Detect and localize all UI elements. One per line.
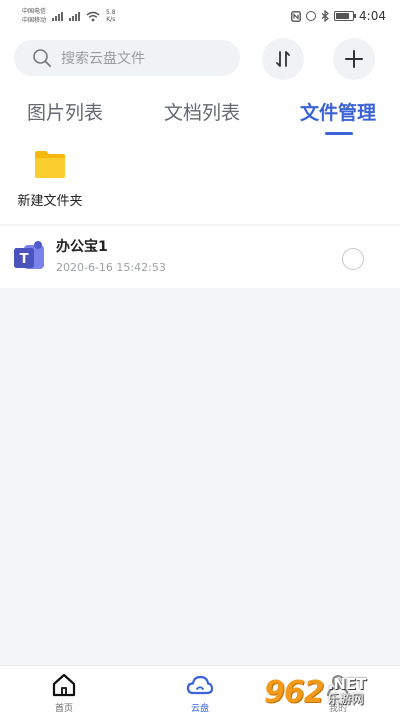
new-folder-area: 新建文件夹 <box>0 138 400 224</box>
battery-icon <box>334 11 357 21</box>
folder-icon <box>35 151 65 178</box>
tab-document-list[interactable]: 文档列表 <box>164 98 240 125</box>
carrier-1: 中国电信 <box>22 8 47 15</box>
net-speed-value: 5.8 <box>106 9 116 16</box>
search-placeholder: 搜索云盘文件 <box>61 51 145 67</box>
sort-icon <box>276 51 290 67</box>
alarm-icon <box>306 11 317 21</box>
watermark-text-group: .NET 乐游网 <box>328 677 367 707</box>
nav-home-label: 首页 <box>54 704 73 714</box>
bluetooth-icon <box>321 10 329 22</box>
plus-icon <box>345 50 363 68</box>
cloud-icon <box>186 675 214 695</box>
carrier-names: 中国电信 中国移动 <box>22 7 46 25</box>
active-tab-indicator <box>325 132 353 135</box>
home-icon <box>52 673 76 697</box>
new-folder-label: 新建文件夹 <box>17 194 83 209</box>
carrier-2: 中国移动 <box>22 17 47 24</box>
nav-cloud-label: 云盘 <box>190 704 209 714</box>
signal-icon <box>52 11 64 21</box>
nfc-icon <box>291 10 301 22</box>
watermark: 962 .NET 乐游网 <box>264 672 394 712</box>
file-select-radio[interactable] <box>342 248 364 270</box>
file-name: 办公宝1 <box>56 239 108 255</box>
search-input[interactable]: 搜索云盘文件 <box>14 40 240 76</box>
top-bar: 搜索云盘文件 <box>0 32 400 86</box>
svg-text:T: T <box>20 252 29 267</box>
watermark-net: .NET <box>327 675 367 693</box>
watermark-text: 乐游网 <box>327 692 364 706</box>
net-speed-unit: K/s <box>106 16 116 23</box>
new-folder-button[interactable]: 新建文件夹 <box>10 148 90 209</box>
sort-button[interactable] <box>262 38 304 80</box>
status-bar: 中国电信 中国移动 5.8 K/s 4:04 <box>0 0 400 32</box>
list-item[interactable]: T 办公宝1 2020-6-16 15:42:53 <box>0 226 400 288</box>
net-speed: 5.8 K/s <box>106 9 116 23</box>
status-bar-right: 4:04 <box>291 9 386 23</box>
clock: 4:04 <box>359 9 386 23</box>
file-date: 2020-6-16 15:42:53 <box>56 261 166 274</box>
tab-file-management[interactable]: 文件管理 <box>300 98 376 125</box>
signal-icon-2 <box>69 11 81 21</box>
battery-level <box>336 13 350 19</box>
watermark-logo: 962 <box>264 674 325 710</box>
search-icon <box>33 49 51 67</box>
add-button[interactable] <box>333 38 375 80</box>
nav-home[interactable]: 首页 <box>24 672 104 714</box>
teams-icon: T <box>14 241 44 269</box>
wifi-icon <box>86 11 100 21</box>
tab-image-list[interactable]: 图片列表 <box>27 98 103 125</box>
status-bar-left: 中国电信 中国移动 5.8 K/s <box>22 7 116 25</box>
tab-bar: 图片列表 文档列表 文件管理 <box>0 86 400 138</box>
nav-cloud[interactable]: 云盘 <box>160 672 240 714</box>
